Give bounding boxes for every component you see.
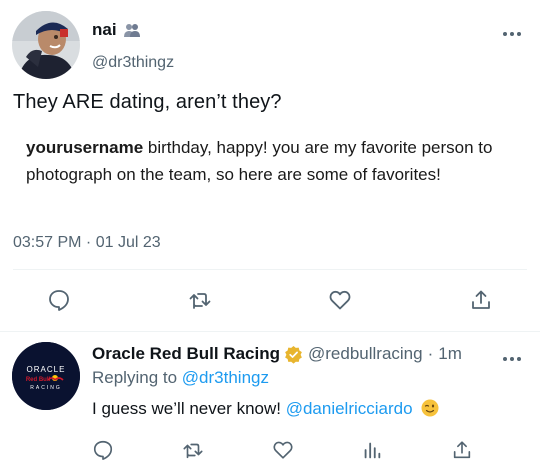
author-avatar[interactable] xyxy=(12,11,80,79)
reply-time[interactable]: 1m xyxy=(438,344,462,364)
people-icon xyxy=(123,22,141,38)
avatar-line2: Red Bull xyxy=(26,377,51,383)
author-name-text[interactable]: nai xyxy=(92,20,117,40)
reply-icon[interactable] xyxy=(46,287,72,313)
author-name[interactable]: nai xyxy=(92,20,141,40)
like-icon[interactable] xyxy=(270,437,296,463)
verified-badge-icon xyxy=(284,345,303,364)
replying-prefix: Replying to xyxy=(92,368,182,387)
share-icon[interactable] xyxy=(449,437,475,463)
stats-icon[interactable] xyxy=(359,437,385,463)
retweet-icon[interactable] xyxy=(180,437,206,463)
separator: · xyxy=(427,344,434,363)
tweet-timestamp[interactable]: 03:57 PM · 01 Jul 23 xyxy=(13,234,161,252)
more-icon[interactable] xyxy=(502,351,522,361)
author-handle[interactable]: @dr3thingz xyxy=(92,54,174,72)
reply-header: Oracle Red Bull Racing @redbullracing · … xyxy=(92,344,462,364)
like-icon[interactable] xyxy=(327,287,353,313)
reply-author-handle[interactable]: @redbullracing xyxy=(308,344,423,364)
reply-text-body: I guess we’ll never know! xyxy=(92,399,286,418)
divider xyxy=(13,269,527,270)
avatar-line3: RACING xyxy=(30,385,61,391)
tweet-text: They ARE dating, aren’t they? xyxy=(13,91,282,113)
retweet-icon[interactable] xyxy=(187,287,213,313)
reply-mention[interactable]: @danielricciardo xyxy=(286,399,413,418)
tweet: nai @dr3thingz They ARE dating, aren’t t… xyxy=(0,0,540,472)
divider xyxy=(0,331,540,332)
reply-author-name[interactable]: Oracle Red Bull Racing xyxy=(92,344,280,364)
more-icon[interactable] xyxy=(502,26,522,36)
replying-to-mention[interactable]: @dr3thingz xyxy=(182,368,269,387)
quoted-post: yourusername birthday, happy! you are my… xyxy=(26,134,526,188)
replying-to: Replying to @dr3thingz xyxy=(92,368,269,388)
avatar-line1: ORACLE xyxy=(27,365,66,374)
redbull-avatar[interactable]: ORACLE Red Bull RACING xyxy=(12,342,80,410)
quote-username[interactable]: yourusername xyxy=(26,138,143,157)
share-icon[interactable] xyxy=(468,287,494,313)
wink-emoji-icon xyxy=(421,399,439,417)
reply-icon[interactable] xyxy=(90,437,116,463)
reply-text: I guess we’ll never know! @danielricciar… xyxy=(92,399,439,419)
